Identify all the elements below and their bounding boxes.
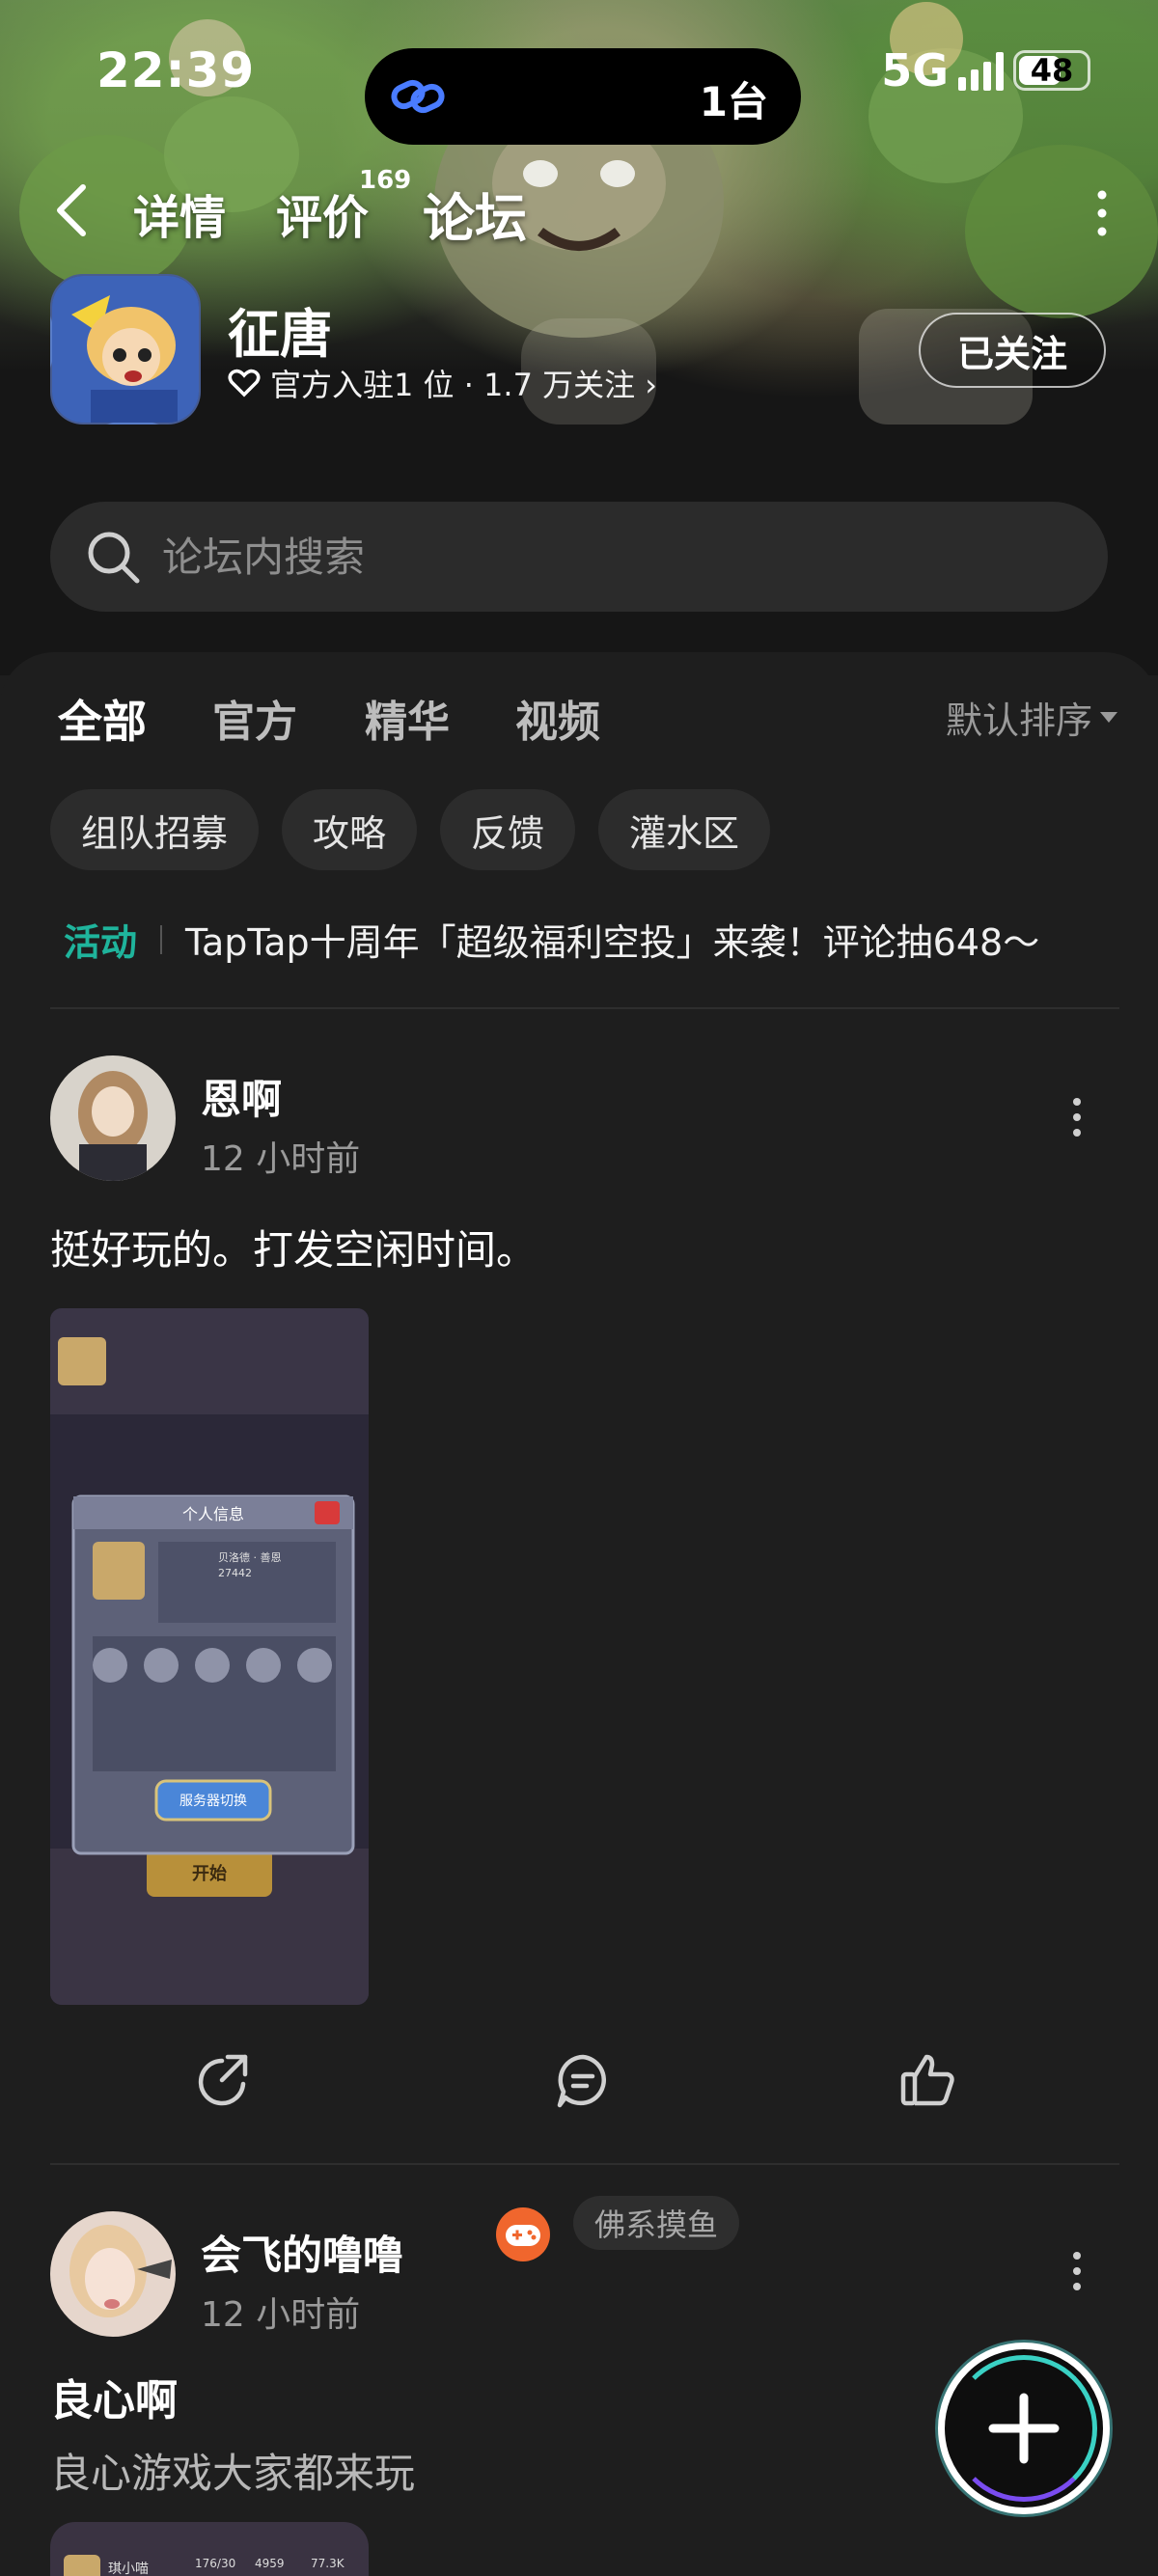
signal-icon [958, 50, 1004, 91]
preview-name: 琪小喵 [108, 2562, 149, 2576]
app-character-icon [52, 276, 199, 423]
preview-stat: 176/30 [195, 2557, 236, 2570]
category-chips: 组队招募 攻略 反馈 灌水区 [50, 789, 771, 870]
sort-label: 默认排序 [945, 699, 1092, 742]
status-time: 22:39 [96, 42, 256, 98]
preview-avatar [64, 2555, 100, 2576]
fab-ring [951, 2355, 1097, 2502]
post-author-avatar[interactable] [50, 2211, 176, 2337]
chip-feedback[interactable]: 反馈 [440, 789, 576, 870]
network-label: 5G [881, 44, 949, 96]
preview-stat: 4959 [255, 2557, 285, 2570]
user-badge: 佛系摸鱼 [573, 2196, 740, 2250]
divider [50, 2163, 1119, 2165]
dynamic-island: 1台 [365, 48, 801, 145]
post-author-name[interactable]: 恩啊 [201, 1067, 282, 1126]
share-icon[interactable] [193, 2049, 255, 2111]
post-content[interactable]: 挺好玩的。打发空闲时间。 [50, 1218, 537, 1276]
new-post-button[interactable] [938, 2343, 1110, 2514]
chip-team-recruit[interactable]: 组队招募 [50, 789, 260, 870]
tab-reviews[interactable]: 评价 [276, 179, 369, 247]
top-nav: 详情 评价 169 论坛 [0, 164, 1158, 251]
activity-text: TapTap十周年「超级福利空投」来袭！评论抽648～ [185, 921, 1040, 964]
sort-dropdown[interactable]: 默认排序 [946, 691, 1117, 744]
screenshot-user-name: 贝洛德 · 善恩 [218, 1551, 282, 1564]
tab-video[interactable]: 视频 [515, 687, 600, 749]
screenshot-server-button: 服务器切换 [179, 1794, 247, 1809]
activity-tag: 活动 [64, 921, 138, 964]
search-icon [88, 532, 140, 584]
caret-down-icon [1100, 712, 1117, 723]
more-vertical-icon[interactable] [1090, 189, 1114, 237]
search-input[interactable] [162, 502, 1031, 612]
tab-details[interactable]: 详情 [133, 179, 226, 247]
preview-stat: 77.3K [311, 2557, 345, 2570]
divider [50, 1007, 1119, 1009]
post-time: 12 小时前 [201, 1139, 361, 1179]
island-text: 1台 [699, 78, 768, 125]
activity-banner[interactable]: 活动 TapTap十周年「超级福利空投」来袭！评论抽648～ [64, 913, 1106, 966]
chip-offtopic[interactable]: 灌水区 [598, 789, 771, 870]
forum-search[interactable] [50, 502, 1108, 612]
status-indicators: 5G 48 [881, 44, 1090, 96]
app-icon[interactable] [50, 274, 201, 425]
review-count: 169 [359, 166, 412, 195]
tab-featured[interactable]: 精华 [365, 687, 450, 749]
screenshot-start-button: 开始 [192, 1864, 227, 1884]
app-meta[interactable]: 官方入驻1 位 · 1.7 万关注 › [228, 361, 657, 405]
game-screenshot-icon [50, 1308, 369, 2005]
activity-divider [160, 924, 163, 954]
post-title[interactable]: 良心啊 [50, 2366, 178, 2427]
link-icon [391, 79, 445, 114]
post-author-avatar[interactable] [50, 1055, 176, 1181]
avatar-image-icon [50, 1055, 176, 1181]
tab-all[interactable]: 全部 [58, 687, 147, 751]
screenshot-panel-title: 个人信息 [181, 1505, 244, 1523]
post-content[interactable]: 良心游戏大家都来玩 [50, 2441, 415, 2500]
post-time: 12 小时前 [201, 2295, 361, 2335]
post-more-icon[interactable] [1067, 1096, 1087, 1138]
post-author-name[interactable]: 会飞的噜噜 [201, 2223, 403, 2282]
tab-official[interactable]: 官方 [212, 687, 297, 749]
app-name: 征唐 [228, 304, 332, 365]
heart-icon [228, 369, 261, 397]
post-more-icon[interactable] [1067, 2250, 1087, 2292]
avatar-image-icon [50, 2211, 176, 2337]
battery-level: 48 [1030, 52, 1074, 89]
battery-icon: 48 [1013, 50, 1090, 91]
comment-icon[interactable] [552, 2049, 614, 2111]
post-image[interactable]: 个人信息 服务器切换 开始 27442 贝洛德 · 善恩 [50, 1308, 369, 2005]
status-bar: 22:39 1台 5G 48 [0, 29, 1158, 145]
app-meta-text: 官方入驻1 位 · 1.7 万关注 › [270, 367, 658, 403]
tab-forum[interactable]: 论坛 [423, 176, 527, 252]
like-icon[interactable] [897, 2049, 959, 2111]
gamepad-icon [496, 2207, 550, 2261]
forum-panel: 全部 官方 精华 视频 默认排序 组队招募 攻略 反馈 灌水区 活动 TapTa… [0, 652, 1158, 2576]
back-icon[interactable] [50, 181, 93, 239]
chip-guide[interactable]: 攻略 [282, 789, 418, 870]
screenshot-user-id: 27442 [218, 1567, 252, 1579]
follow-button[interactable]: 已关注 [919, 313, 1106, 388]
post-image-preview[interactable]: 琪小喵 176/30 4959 77.3K [50, 2522, 369, 2576]
